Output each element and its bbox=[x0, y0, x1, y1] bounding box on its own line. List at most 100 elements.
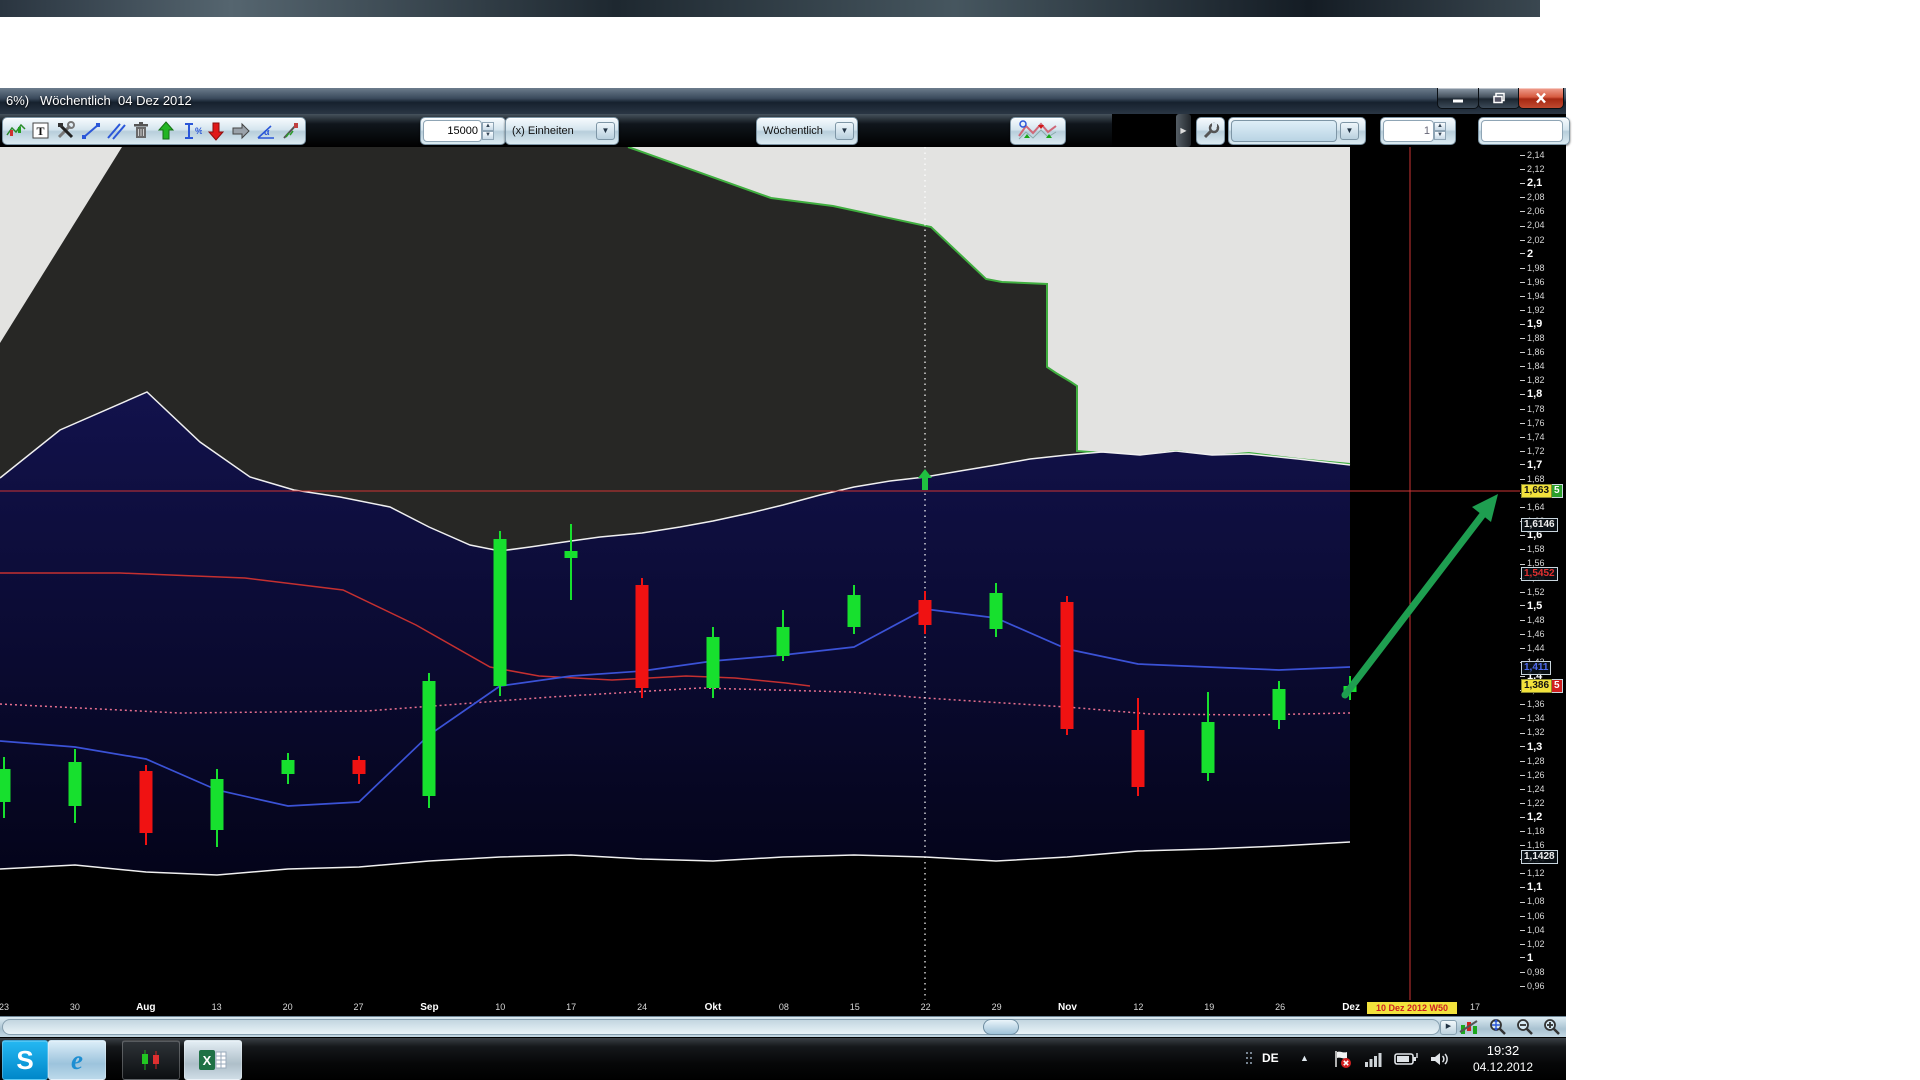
network-signal-icon[interactable] bbox=[1362, 1048, 1386, 1070]
instrument-input[interactable] bbox=[1231, 120, 1337, 142]
spinner-up-icon[interactable]: ▲ bbox=[482, 122, 494, 131]
units-spinner[interactable]: ▲▼ bbox=[482, 122, 494, 140]
chevron-down-icon[interactable]: ▼ bbox=[835, 122, 854, 140]
price-tick: 1,12 bbox=[1520, 868, 1545, 878]
price-tick: 2,08 bbox=[1520, 192, 1545, 202]
time-tick: Aug bbox=[128, 1002, 164, 1013]
candlestick-chart-icon[interactable] bbox=[3, 120, 28, 142]
units-value-group: ▲▼ bbox=[420, 117, 506, 145]
price-tick: 1,8 bbox=[1520, 389, 1542, 399]
angle-alpha-icon[interactable]: α bbox=[253, 120, 278, 142]
units-type-label: (x) Einheiten bbox=[506, 125, 574, 137]
arrow-right-icon[interactable] bbox=[228, 120, 253, 142]
time-tick: 27 bbox=[341, 1002, 377, 1012]
language-indicator[interactable]: DE bbox=[1262, 1051, 1279, 1065]
units-type-dropdown[interactable]: (x) Einheiten ▼ bbox=[505, 117, 619, 145]
wrench-icon bbox=[1202, 122, 1220, 140]
measure-percent-icon[interactable]: % bbox=[178, 120, 203, 142]
price-tick: 1,98 bbox=[1520, 263, 1545, 273]
time-tick: 19 bbox=[1191, 1002, 1227, 1012]
price-tick: 1,46 bbox=[1520, 629, 1545, 639]
period-dropdown[interactable]: Wöchentlich ▼ bbox=[756, 117, 858, 145]
clock-time: 19:32 bbox=[1455, 1042, 1551, 1059]
zoom-in-icon[interactable] bbox=[1539, 1018, 1563, 1036]
price-tick: 1,36 bbox=[1520, 699, 1545, 709]
price-tick: 1,18 bbox=[1520, 826, 1545, 836]
tray-expand-icon[interactable]: ▲ bbox=[1300, 1053, 1309, 1063]
price-tick: 1,7 bbox=[1520, 460, 1542, 470]
svg-text:α: α bbox=[264, 127, 270, 137]
price-label: 1,5452 bbox=[1521, 567, 1558, 581]
volume-icon[interactable] bbox=[1428, 1048, 1452, 1070]
price-tick: 2 bbox=[1520, 249, 1533, 259]
tools-icon[interactable] bbox=[53, 120, 78, 142]
delete-icon[interactable] bbox=[128, 120, 153, 142]
time-tick: 22 bbox=[908, 1002, 944, 1012]
chart-canvas[interactable] bbox=[0, 147, 1520, 1000]
time-tick: 13 bbox=[199, 1002, 235, 1012]
scrollbar-thumb[interactable] bbox=[983, 1019, 1019, 1035]
units-input[interactable] bbox=[423, 120, 482, 142]
chevron-down-icon[interactable]: ▼ bbox=[1340, 122, 1359, 140]
price-tick: 1,02 bbox=[1520, 939, 1545, 949]
parallel-lines-icon[interactable] bbox=[103, 120, 128, 142]
price-tick: 1,64 bbox=[1520, 502, 1545, 512]
time-axis[interactable]: 10 Dez 2012 W50 2330Aug132027Sep101724Ok… bbox=[0, 1000, 1566, 1016]
zoom-out-icon[interactable] bbox=[1512, 1018, 1536, 1036]
scrollbar-track[interactable] bbox=[2, 1019, 1440, 1035]
time-tick: Okt bbox=[695, 1002, 731, 1013]
price-label: 1,1428 bbox=[1521, 850, 1558, 864]
spinner-down-icon[interactable]: ▼ bbox=[482, 131, 494, 140]
title-bar[interactable]: 6%) Wöchentlich 04 Dez 2012 bbox=[0, 88, 1566, 114]
price-tick: 1,88 bbox=[1520, 333, 1545, 343]
svg-text:X: X bbox=[203, 1053, 212, 1068]
spinner-down-icon[interactable]: ▼ bbox=[1434, 131, 1446, 140]
panel-collapse-handle[interactable]: ▶ bbox=[1176, 114, 1191, 147]
trading-app-window: 6%) Wöchentlich 04 Dez 2012 T % α bbox=[0, 88, 1566, 1036]
price-tick: 1,24 bbox=[1520, 784, 1545, 794]
compare-group bbox=[1478, 117, 1570, 145]
spinner-up-icon[interactable]: ▲ bbox=[1434, 122, 1446, 131]
taskbar-app-excel[interactable]: X bbox=[184, 1040, 242, 1080]
price-tick: 1,2 bbox=[1520, 812, 1542, 822]
chart-area[interactable] bbox=[0, 147, 1520, 1000]
close-button[interactable] bbox=[1518, 88, 1564, 109]
time-tick: 10 bbox=[482, 1002, 518, 1012]
price-tick: 1,92 bbox=[1520, 305, 1545, 315]
battery-icon[interactable] bbox=[1394, 1048, 1418, 1070]
price-tick: 1,84 bbox=[1520, 361, 1545, 371]
restore-button[interactable] bbox=[1478, 88, 1520, 109]
indicator-chart-button[interactable] bbox=[1010, 117, 1066, 145]
taskbar-app-skype[interactable]: S bbox=[2, 1040, 48, 1080]
price-tick: 2,04 bbox=[1520, 220, 1545, 230]
trendline-icon[interactable] bbox=[78, 120, 103, 142]
taskbar-separator-dots[interactable] bbox=[1246, 1052, 1254, 1068]
zoom-fit-icon[interactable] bbox=[1485, 1018, 1509, 1036]
settings-button[interactable] bbox=[1196, 117, 1225, 145]
chart-settings-icon[interactable] bbox=[1457, 1018, 1481, 1036]
taskbar-app-trading[interactable] bbox=[122, 1040, 180, 1080]
instrument-dropdown[interactable]: ▼ bbox=[1228, 117, 1366, 145]
time-tick: 17 bbox=[1457, 1002, 1493, 1012]
arrow-down-icon[interactable] bbox=[203, 120, 228, 142]
taskbar-clock[interactable]: 19:32 04.12.2012 bbox=[1455, 1042, 1551, 1076]
compare-input[interactable] bbox=[1481, 120, 1563, 142]
scroll-right-icon[interactable]: ▶ bbox=[1440, 1020, 1457, 1035]
chevron-down-icon[interactable]: ▼ bbox=[596, 122, 615, 140]
text-tool-icon[interactable]: T bbox=[28, 120, 53, 142]
drawing-tools-group: T % α bbox=[2, 117, 306, 145]
price-tick: 1,68 bbox=[1520, 474, 1545, 484]
time-tick: 08 bbox=[766, 1002, 802, 1012]
price-tick: 1,58 bbox=[1520, 544, 1545, 554]
draw-angle-icon[interactable] bbox=[278, 120, 303, 142]
minimize-button[interactable] bbox=[1437, 88, 1479, 109]
price-tick: 1,94 bbox=[1520, 291, 1545, 301]
price-axis[interactable]: 2,142,122,12,082,062,042,0221,981,961,94… bbox=[1520, 147, 1566, 1000]
taskbar-app-internet-explorer[interactable]: e bbox=[48, 1040, 106, 1080]
count-spinner[interactable]: ▲▼ bbox=[1434, 122, 1446, 140]
action-center-flag-icon[interactable] bbox=[1330, 1048, 1354, 1070]
count-input[interactable] bbox=[1383, 120, 1434, 142]
price-tick: 1,78 bbox=[1520, 404, 1545, 414]
arrow-up-icon[interactable] bbox=[153, 120, 178, 142]
price-tick: 1,16 bbox=[1520, 840, 1545, 850]
